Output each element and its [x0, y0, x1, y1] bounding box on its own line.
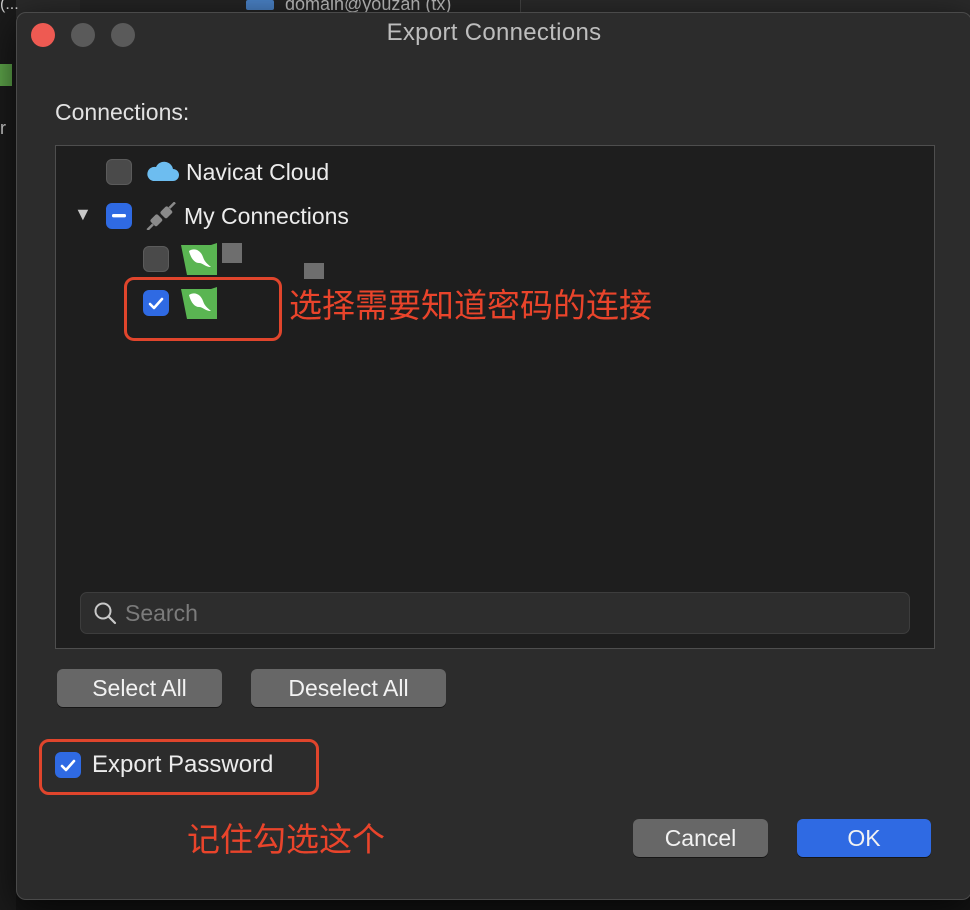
connections-tree[interactable]: Navicat Cloud ▼ My Connections Search: [55, 145, 935, 649]
cloud-icon: [147, 161, 179, 181]
annotation-remember-hint: 记住勾选这个: [187, 821, 385, 858]
annotation-highlight-export-password: [39, 739, 319, 795]
tree-item-label: Navicat Cloud: [186, 158, 330, 185]
tree-item-label: My Connections: [184, 202, 349, 229]
search-field[interactable]: Search: [80, 592, 910, 634]
ok-button[interactable]: OK: [797, 819, 931, 857]
tree-item-navicat-cloud[interactable]: Navicat Cloud: [106, 156, 329, 188]
my-connections-checkbox[interactable]: [106, 203, 132, 229]
title-bar: Export Connections: [17, 13, 970, 57]
navicat-cloud-checkbox[interactable]: [106, 159, 132, 185]
background-left-icon: [0, 64, 12, 86]
table-grid-icon: [246, 0, 274, 10]
connection-1-checkbox[interactable]: [143, 246, 169, 272]
mysql-icon: [181, 243, 217, 275]
disclosure-triangle-icon[interactable]: ▼: [74, 204, 92, 225]
annotation-highlight-connection: [124, 277, 282, 341]
export-connections-dialog: Export Connections Connections: Navicat …: [16, 12, 970, 900]
tree-item-connection-1[interactable]: [143, 243, 233, 275]
plug-icon: [146, 202, 176, 230]
connections-label: Connections:: [55, 99, 190, 125]
deselect-all-button[interactable]: Deselect All: [251, 669, 446, 707]
cancel-button[interactable]: Cancel: [633, 819, 768, 857]
search-icon: [94, 602, 117, 625]
select-all-button[interactable]: Select All: [57, 669, 222, 707]
background-tab: domain@youzan (tx): [80, 0, 521, 14]
dialog-title: Export Connections: [386, 19, 602, 46]
background-left-label-2: r: [0, 118, 6, 138]
annotation-select-hint: 选择需要知道密码的连接: [289, 287, 652, 324]
search-placeholder: Search: [125, 599, 198, 626]
background-left-label: (...: [0, 0, 19, 13]
tree-item-my-connections[interactable]: My Connections: [106, 200, 349, 232]
redacted-name: [222, 243, 242, 263]
redacted-name: [304, 263, 324, 279]
